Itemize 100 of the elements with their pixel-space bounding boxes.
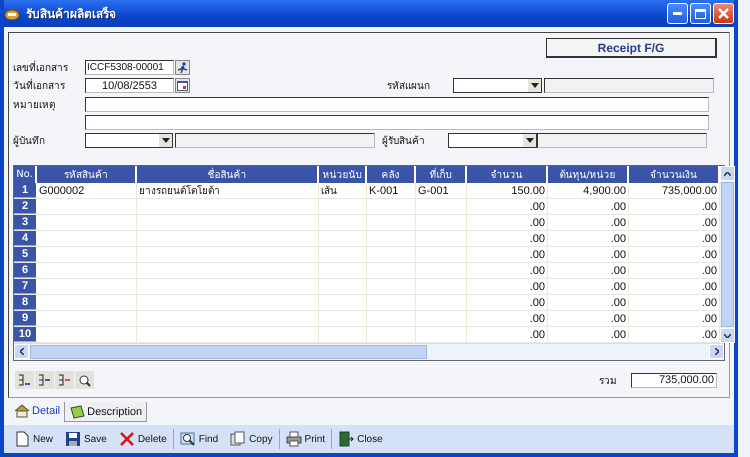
field-label: รหัสแผนก <box>387 80 431 93</box>
form-badge: Receipt F/G <box>546 38 717 58</box>
scroll-left-button[interactable] <box>14 344 29 359</box>
row-tool-button[interactable] <box>15 371 34 389</box>
input-field[interactable] <box>85 115 709 130</box>
table-cell: .00 <box>548 215 629 230</box>
dropdown-button[interactable] <box>159 134 172 147</box>
scroll-up-button[interactable] <box>720 166 735 181</box>
scroll-thumb[interactable] <box>30 345 427 359</box>
scroll-right-button[interactable] <box>709 344 724 359</box>
horizontal-scrollbar[interactable] <box>14 343 724 360</box>
dropdown-field[interactable] <box>85 133 173 148</box>
save-button[interactable]: Save <box>59 427 113 451</box>
maximize-button[interactable] <box>690 3 711 24</box>
caret-left-icon <box>20 348 24 355</box>
column-header[interactable]: No. <box>14 166 37 183</box>
input-field[interactable]: ICCF5308-00001 <box>85 60 174 75</box>
row-number: 1 <box>14 183 37 198</box>
table-cell: .00 <box>548 263 629 278</box>
lookup-button[interactable] <box>175 60 190 75</box>
cross-icon <box>118 431 135 447</box>
total-label: รวม <box>599 374 617 388</box>
vertical-scrollbar[interactable] <box>720 166 735 343</box>
copy-button[interactable]: Copy <box>224 427 279 451</box>
table-cell: เส้น <box>319 183 367 198</box>
table-cell: .00 <box>548 247 629 262</box>
row-number: 3 <box>14 215 37 230</box>
row-number: 7 <box>14 279 37 294</box>
row-number: 5 <box>14 247 37 262</box>
tab[interactable]: Description <box>64 402 148 422</box>
dropdown-field[interactable] <box>448 133 537 148</box>
column-header[interactable]: จำนวนเงิน <box>629 166 720 183</box>
table-cell: .00 <box>467 279 548 294</box>
field-label: เลขที่เอกสาร <box>13 60 85 75</box>
find-button[interactable]: Find <box>174 427 224 451</box>
column-header[interactable]: ต้นทุน/หน่วย <box>548 166 629 183</box>
table-cell: .00 <box>548 231 629 246</box>
table-cell: G-001 <box>416 183 467 198</box>
table-cell: ยางรถยนต์โตโยต้า <box>137 183 319 198</box>
door-icon <box>338 431 354 447</box>
dropdown-field[interactable] <box>453 78 542 93</box>
input-field[interactable] <box>85 97 709 112</box>
new-button[interactable]: New <box>8 427 60 451</box>
minimize-button[interactable] <box>667 3 688 24</box>
note-icon <box>69 404 86 418</box>
box-icon <box>4 8 20 20</box>
column-header[interactable]: จำนวน <box>467 166 548 183</box>
house-icon <box>14 404 30 418</box>
zoom-button[interactable] <box>75 371 94 389</box>
table-cell: .00 <box>467 311 548 326</box>
close-icon <box>718 8 729 19</box>
row-number: 10 <box>14 327 37 342</box>
column-header[interactable]: หน่วยนับ <box>319 166 367 183</box>
scroll-thumb[interactable] <box>721 182 734 327</box>
caret-icon <box>526 138 534 143</box>
magnifier-icon <box>78 374 91 386</box>
copy-icon <box>230 431 246 447</box>
column-header[interactable]: ที่เก็บ <box>416 166 467 183</box>
column-header[interactable]: ชื่อสินค้า <box>137 166 319 183</box>
dropdown-button[interactable] <box>528 79 541 92</box>
column-header[interactable]: คลัง <box>367 166 416 183</box>
row-number: 6 <box>14 263 37 278</box>
row-number: 8 <box>14 295 37 310</box>
row-number: 4 <box>14 231 37 246</box>
table-cell: .00 <box>548 279 629 294</box>
close-button[interactable] <box>713 3 734 24</box>
date-field[interactable]: 10/08/2553 <box>85 78 174 93</box>
document-icon <box>14 431 30 447</box>
insert-row-icon <box>18 374 31 386</box>
close-button[interactable]: Close <box>332 427 389 451</box>
table-cell: .00 <box>467 215 548 230</box>
field-label: หมายเหตุ <box>13 99 56 112</box>
calendar-icon <box>177 80 188 90</box>
scroll-down-button[interactable] <box>720 328 735 343</box>
table-cell: .00 <box>548 199 629 214</box>
column-header[interactable]: รหัสสินค้า <box>37 166 137 183</box>
floppy-icon <box>65 431 82 447</box>
print-button[interactable]: Print <box>280 427 332 451</box>
caret-down-icon <box>724 334 731 338</box>
caret-right-icon <box>714 348 718 355</box>
caret-icon <box>162 138 170 143</box>
total-field: 735,000.00 <box>631 372 717 388</box>
row-tool-button[interactable] <box>55 371 74 389</box>
table-cell: 4,900.00 <box>548 183 629 198</box>
calendar-button[interactable] <box>175 78 190 93</box>
window-title: รับสินค้าผลิตเสร็จ <box>26 6 116 23</box>
table-cell: K-001 <box>367 183 416 198</box>
field-label: ผู้รับสินค้า <box>382 134 426 148</box>
row-tool-button[interactable] <box>35 371 54 389</box>
table-cell: .00 <box>467 199 548 214</box>
table-cell: .00 <box>548 327 629 342</box>
caret-up-icon <box>724 172 731 176</box>
table-cell: 150.00 <box>467 183 548 198</box>
dropdown-button[interactable] <box>523 134 536 147</box>
table-cell: .00 <box>467 247 548 262</box>
printer-icon <box>286 431 302 447</box>
delete-button[interactable]: Delete <box>112 427 173 451</box>
table-cell: .00 <box>467 263 548 278</box>
table-cell: G000002 <box>37 183 137 198</box>
table-cell: .00 <box>548 311 629 326</box>
